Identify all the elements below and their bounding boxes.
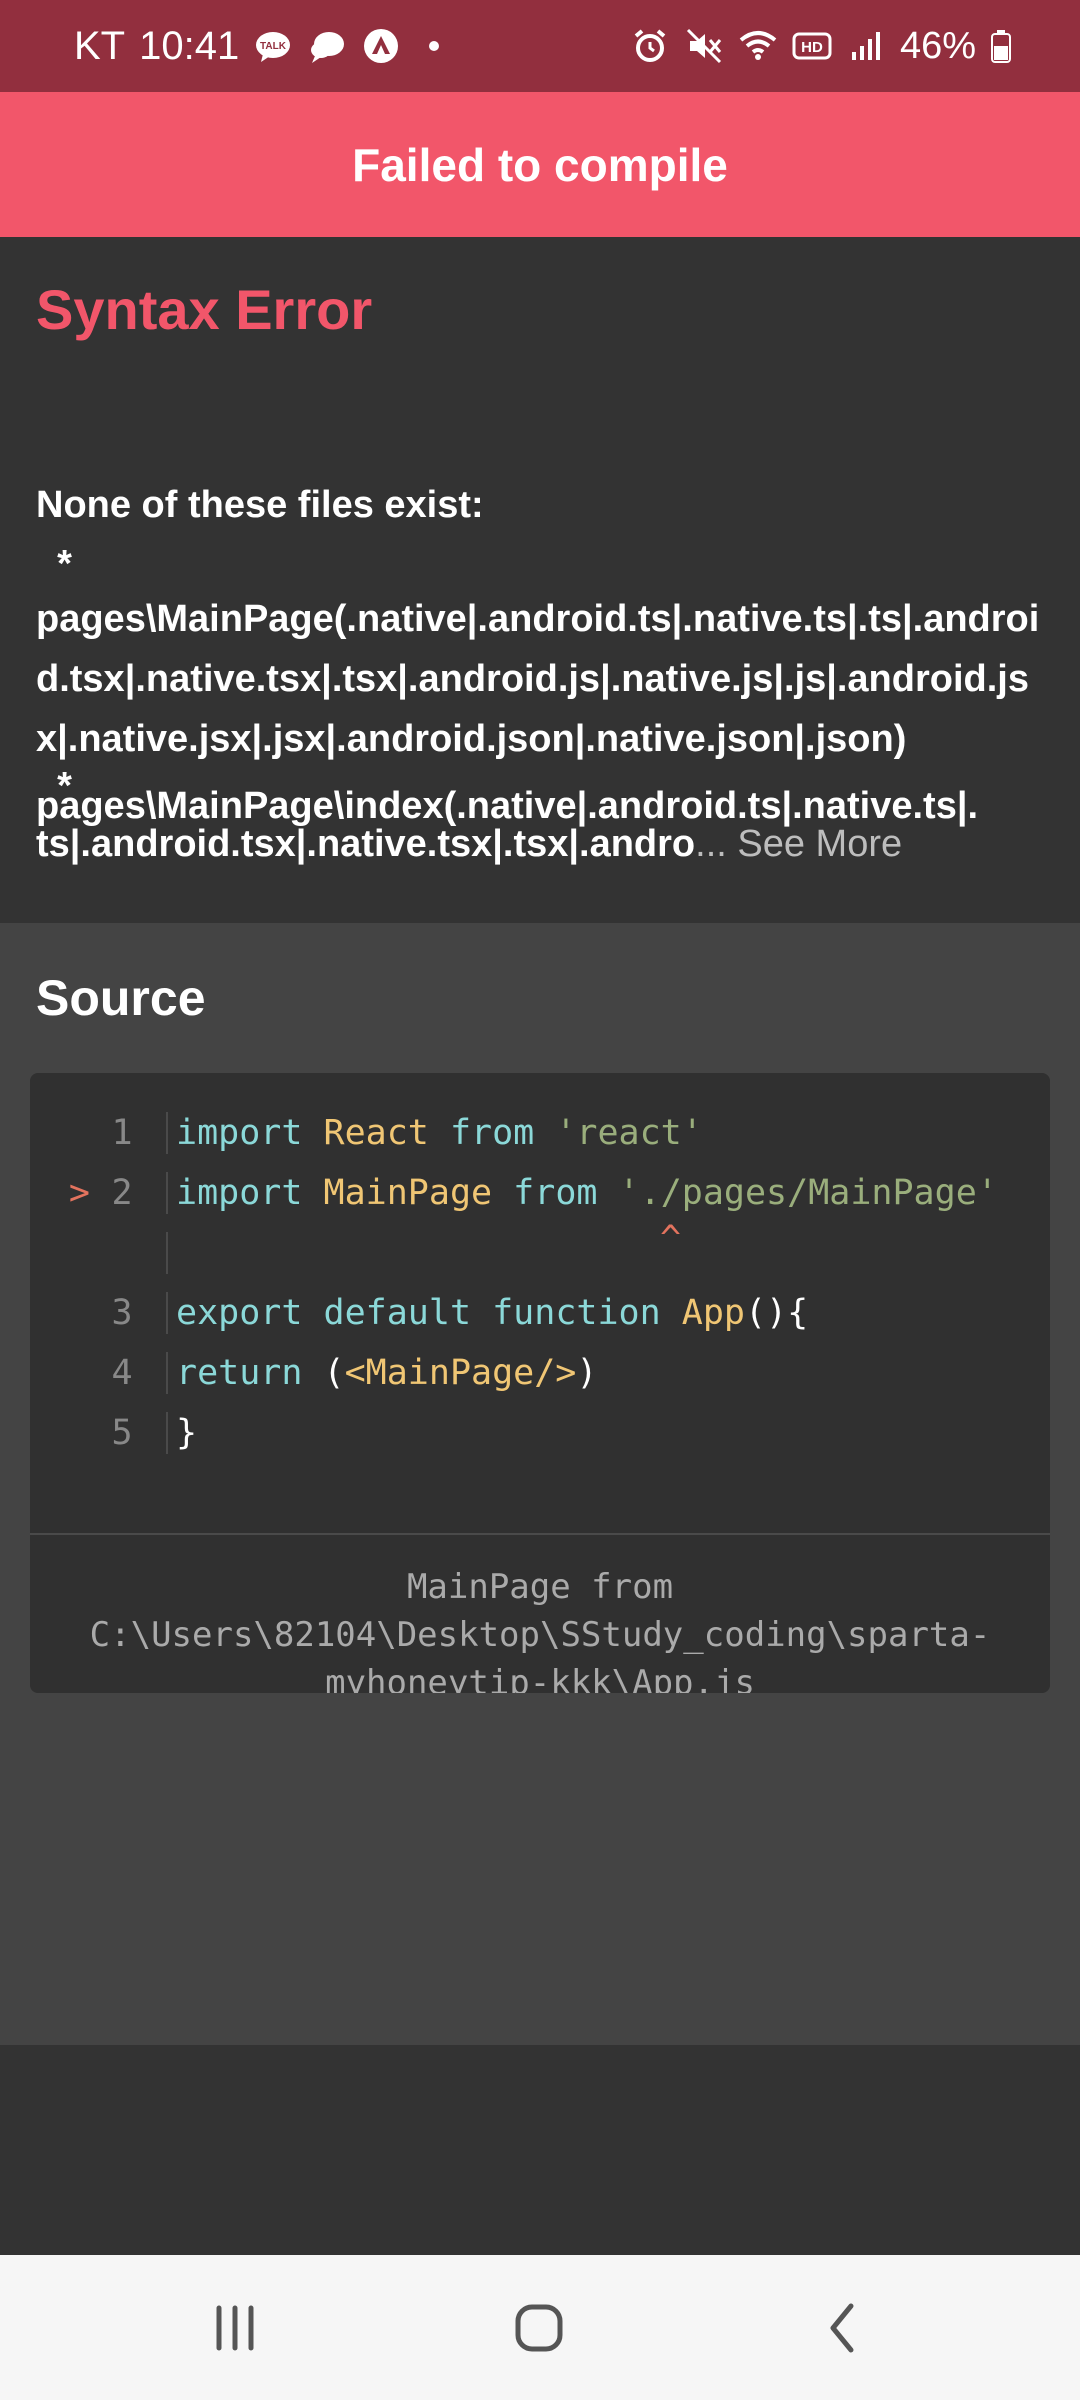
source-footer-line: myhoneytip-kkk\App.js <box>325 1663 755 1693</box>
code-token: import <box>176 1113 303 1153</box>
status-bar: KT 10:41 TALK HD 46% <box>0 0 1080 92</box>
line-marker: > <box>68 1173 90 1213</box>
source-footer-line: MainPage from <box>406 1567 674 1607</box>
gutter-divider <box>166 1172 168 1214</box>
gutter-divider <box>166 1112 168 1154</box>
code-token: MainPage <box>323 1173 493 1213</box>
source-file-path: MainPage from C:\Users\82104\Desktop\SSt… <box>30 1533 1050 1693</box>
source-section: Source 1 import React from 'react' > 2 i… <box>0 923 1080 2045</box>
error-message-body: * pages\MainPage(.native|.android.ts|.na… <box>36 543 1046 769</box>
code-token: React <box>323 1113 429 1153</box>
recent-apps-icon <box>216 2305 254 2350</box>
code-token: 'react' <box>555 1113 703 1153</box>
error-paths-2-line-a: pages\MainPage\index(.native|.android.ts… <box>36 785 979 827</box>
code-token: <MainPage/> <box>344 1353 577 1393</box>
code-token: export <box>176 1293 303 1333</box>
chat-bubble-icon <box>307 26 347 66</box>
error-paths-2-line-b: ts|.android.tsx|.native.tsx|.tsx|.andro.… <box>36 823 902 866</box>
source-title: Source <box>36 970 206 1026</box>
error-title: Syntax Error <box>36 278 373 341</box>
status-bar-right: HD 46% <box>630 0 1012 92</box>
error-section: Syntax Error None of these files exist: … <box>0 237 1080 923</box>
line-number: 4 <box>111 1353 133 1393</box>
code-frame: 1 import React from 'react' > 2 import M… <box>30 1073 1050 1693</box>
battery-percent: 46% <box>899 24 976 67</box>
code-line: 5 } <box>30 1403 1050 1463</box>
code-token: './pages/MainPage' <box>618 1173 998 1213</box>
line-number: 1 <box>111 1113 133 1153</box>
error-message-heading: None of these files exist: <box>36 484 484 526</box>
code-line: 1 import React from 'react' <box>30 1103 1050 1163</box>
recent-apps-button[interactable] <box>155 2255 315 2400</box>
error-paths-2-text: ts|.android.tsx|.native.tsx|.tsx|.andro <box>36 823 696 865</box>
error-caret: ^ <box>660 1219 682 1259</box>
header-title: Failed to compile <box>352 138 728 191</box>
wifi-icon <box>738 26 778 66</box>
battery-icon <box>990 26 1012 66</box>
code-token: ( <box>323 1353 345 1393</box>
error-bullet: * <box>36 543 72 585</box>
signal-icon <box>846 26 886 66</box>
code-line-highlighted: > 2 import MainPage from './pages/MainPa… <box>30 1163 1050 1223</box>
code-token: App <box>681 1293 745 1333</box>
svg-text:TALK: TALK <box>260 41 287 52</box>
expo-icon <box>361 26 401 66</box>
see-more-link[interactable]: See More <box>727 823 902 865</box>
home-button[interactable] <box>459 2255 619 2400</box>
clock: 10:41 <box>139 23 240 68</box>
line-number: 5 <box>111 1413 133 1453</box>
line-number: 3 <box>111 1293 133 1333</box>
notification-dot <box>429 41 440 51</box>
alarm-icon <box>630 26 670 66</box>
code-lines: 1 import React from 'react' > 2 import M… <box>30 1103 1050 1463</box>
code-token: from <box>449 1113 535 1153</box>
code-token: default <box>323 1293 472 1333</box>
svg-text:HD: HD <box>801 39 823 56</box>
bottom-empty-area <box>0 2045 1080 2255</box>
code-token: import <box>176 1173 303 1213</box>
hd-icon: HD <box>792 26 832 66</box>
code-token: (){ <box>744 1293 809 1333</box>
code-line: 3 export default function App(){ <box>30 1283 1050 1343</box>
code-token: } <box>176 1413 198 1453</box>
mute-icon <box>684 26 724 66</box>
error-header: Failed to compile <box>0 92 1080 237</box>
back-icon <box>830 2303 854 2352</box>
carrier-label: KT <box>74 23 126 68</box>
gutter-divider <box>166 1292 168 1334</box>
code-token: function <box>492 1293 661 1333</box>
source-footer-line: C:\Users\82104\Desktop\SStudy_coding\spa… <box>89 1615 991 1655</box>
line-number: 2 <box>111 1173 133 1213</box>
talk-icon: TALK <box>253 26 293 66</box>
back-button[interactable] <box>763 2255 923 2400</box>
navigation-bar <box>0 2255 1080 2400</box>
code-token: return <box>176 1353 303 1393</box>
code-caret-line: ^ <box>30 1219 1050 1283</box>
code-line: 4 return (<MainPage/>) <box>30 1343 1050 1403</box>
gutter-divider <box>166 1352 168 1394</box>
gutter-divider <box>166 1412 168 1454</box>
code-token: ) <box>576 1353 598 1393</box>
status-bar-left: KT 10:41 TALK <box>74 0 440 92</box>
error-paths: pages\MainPage(.native|.android.ts|.nati… <box>36 598 1040 760</box>
code-token: from <box>513 1173 598 1213</box>
ellipsis: ... <box>695 823 727 865</box>
gutter-divider <box>166 1232 168 1274</box>
home-icon <box>515 2304 563 2351</box>
